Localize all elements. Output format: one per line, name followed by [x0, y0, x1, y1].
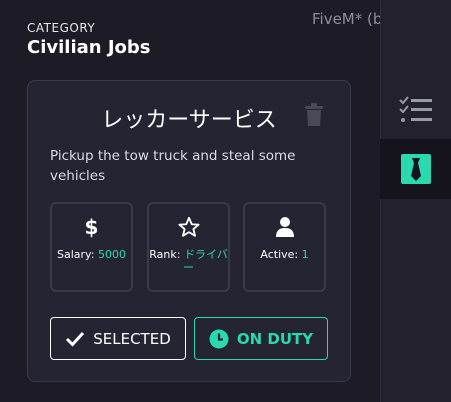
on-duty-button-label: ON DUTY — [236, 329, 314, 348]
category-title: Civilian Jobs — [27, 37, 151, 58]
active-value: 1 — [301, 248, 309, 261]
selected-button-label: SELECTED — [93, 329, 171, 348]
nav-item-jobs[interactable] — [380, 139, 451, 199]
right-nav — [380, 0, 451, 402]
selected-button[interactable]: SELECTED — [50, 317, 186, 360]
rank-stat: Rank: ドライバー — [147, 202, 230, 292]
checkmark-icon — [66, 331, 85, 347]
nav-divider — [380, 0, 381, 402]
rank-value: ドライバー — [183, 248, 228, 274]
clock-icon — [209, 329, 229, 348]
nav-item-tasks[interactable] — [380, 90, 451, 130]
job-description: Pickup the tow truck and steal some vehi… — [50, 148, 296, 184]
salary-value: 5000 — [97, 248, 126, 261]
salary-label: Salary: — [57, 248, 98, 261]
list-check-icon — [398, 96, 432, 122]
active-label: Active: — [260, 248, 302, 261]
active-stat: Active: 1 — [243, 202, 326, 292]
star-icon — [149, 216, 228, 238]
salary-stat: $ Salary: 5000 — [50, 202, 133, 292]
necktie-icon — [400, 154, 431, 184]
dollar-icon: $ — [84, 215, 99, 239]
user-icon — [245, 216, 324, 238]
job-title: レッカーサービス — [101, 108, 277, 133]
rank-label: Rank: — [149, 248, 184, 261]
trash-icon[interactable] — [304, 103, 324, 127]
on-duty-button[interactable]: ON DUTY — [194, 317, 328, 360]
job-card: レッカーサービス Pickup the tow truck and steal … — [27, 80, 351, 382]
main-panel: CATEGORY Civilian Jobs レッカーサービス Pickup t… — [0, 0, 380, 402]
category-label: CATEGORY — [27, 21, 96, 35]
